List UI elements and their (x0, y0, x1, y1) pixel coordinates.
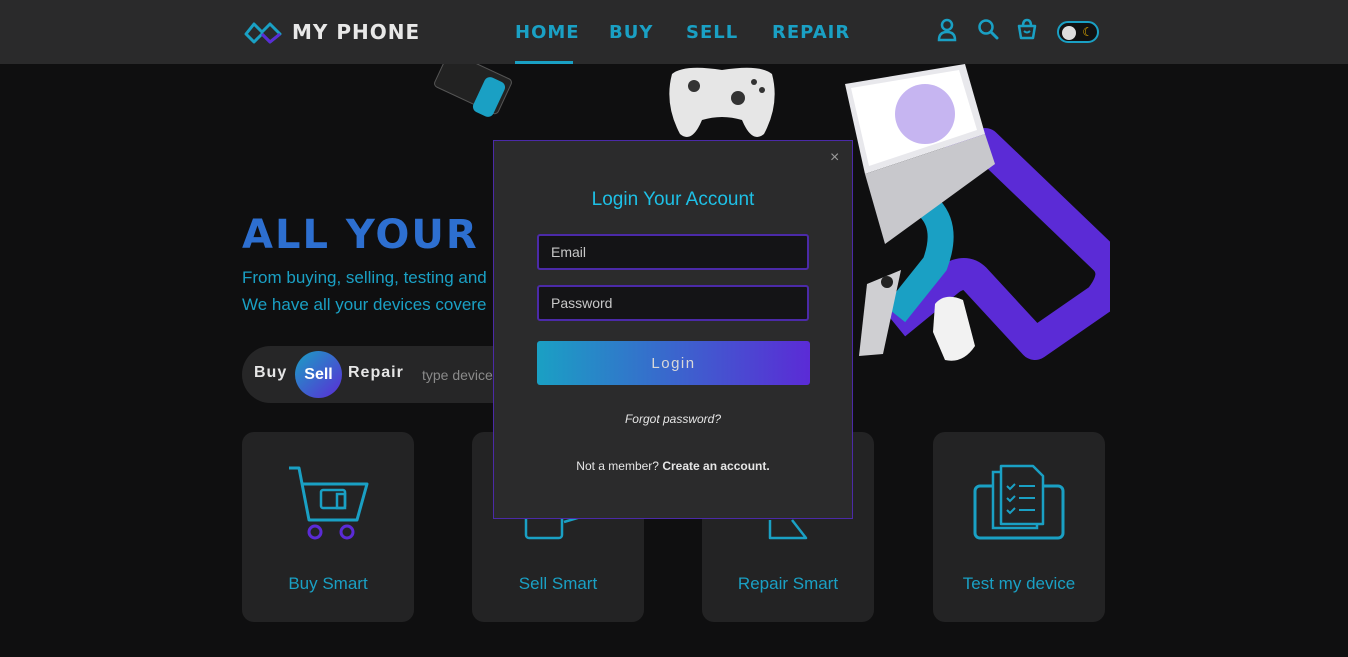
card-label: Repair Smart (737, 574, 839, 593)
brand-name: MY PHONE (292, 20, 421, 44)
forgot-password-link[interactable]: Forgot password? (494, 412, 852, 426)
tab-repair[interactable]: Repair (348, 364, 404, 382)
email-field[interactable] (537, 234, 809, 270)
signup-prompt-text: Not a member? (576, 459, 659, 473)
device-search-input[interactable] (420, 364, 504, 386)
tab-sell[interactable]: Sell (295, 351, 342, 398)
laptop-devices-image (845, 64, 1110, 361)
nav-buy[interactable]: BUY (609, 22, 653, 43)
card-label: Test my device (962, 574, 1076, 593)
moon-icon: ☾ (1082, 25, 1093, 39)
hero-subtitle-line1: From buying, selling, testing and (242, 268, 487, 287)
card-test-my-device[interactable]: Test my device (933, 432, 1105, 622)
modal-title: Login Your Account (591, 189, 755, 210)
toggle-knob (1062, 26, 1076, 40)
theme-toggle[interactable]: ☾ (1057, 21, 1099, 43)
brand-logo[interactable]: MY PHONE (242, 20, 420, 44)
tab-buy[interactable]: Buy (254, 364, 287, 382)
basket-icon[interactable] (1016, 18, 1038, 40)
game-controller-image (669, 67, 775, 137)
close-icon[interactable]: × (830, 149, 839, 167)
cart-icon (289, 466, 369, 540)
nav-sell[interactable]: SELL (686, 22, 738, 43)
game-console-image (434, 64, 512, 117)
search-icon[interactable] (977, 18, 999, 40)
user-icon[interactable] (937, 18, 957, 42)
card-buy-smart[interactable]: Buy Smart (242, 432, 414, 622)
brand-logo-icon (244, 22, 282, 44)
hero-subtitle-line2: We have all your devices covere (242, 295, 487, 314)
top-navigation-bar (0, 0, 1348, 64)
card-label: Buy Smart (288, 574, 368, 593)
checklist-icon (973, 464, 1065, 540)
card-label: Sell Smart (518, 574, 598, 593)
login-modal: × Login Your Account Login Forgot passwo… (493, 140, 853, 519)
create-account-link[interactable]: Create an account. (662, 459, 769, 473)
nav-repair[interactable]: REPAIR (772, 22, 850, 43)
hero-title: ALL YOUR T (242, 212, 524, 258)
password-field[interactable] (537, 285, 809, 321)
nav-home[interactable]: HOME (515, 22, 580, 43)
signup-prompt: Not a member? Create an account. (494, 459, 852, 473)
login-button[interactable]: Login (537, 341, 810, 385)
